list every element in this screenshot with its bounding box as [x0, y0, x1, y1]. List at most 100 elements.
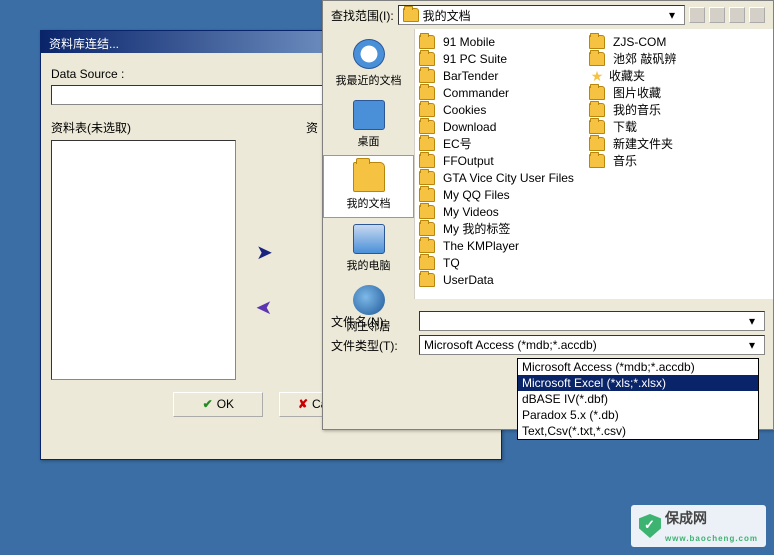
file-item[interactable]: 音乐	[589, 152, 759, 169]
file-item-label: 图片收藏	[613, 84, 661, 101]
filename-input[interactable]: ▾	[419, 311, 765, 331]
recent-icon	[353, 39, 385, 69]
file-item[interactable]: 我的音乐	[589, 101, 759, 118]
folder-icon	[419, 205, 435, 219]
file-item-label: EC号	[443, 135, 472, 152]
tables-label: 资料表(未选取)	[51, 119, 131, 136]
filename-label: 文件名(N):	[331, 313, 411, 330]
file-item-label: BarTender	[443, 69, 498, 83]
watermark: 保成网 www.baocheng.com	[631, 505, 766, 547]
filetype-option[interactable]: Text,Csv(*.txt,*.csv)	[518, 423, 758, 439]
file-item[interactable]: 91 PC Suite	[419, 50, 589, 67]
file-item[interactable]: ZJS-COM	[589, 33, 759, 50]
views-button[interactable]	[749, 7, 765, 23]
check-icon: ✔	[203, 397, 213, 411]
file-item-label: My 我的标签	[443, 220, 510, 237]
place-desktop[interactable]: 桌面	[323, 94, 414, 155]
file-item[interactable]: 新建文件夹	[589, 135, 759, 152]
folder-icon	[419, 171, 435, 185]
new-folder-button[interactable]	[729, 7, 745, 23]
ok-button[interactable]: ✔OK	[173, 392, 263, 417]
file-item[interactable]: UserData	[419, 271, 589, 288]
filetype-option[interactable]: Microsoft Excel (*xls;*.xlsx)	[518, 375, 758, 391]
folder-icon	[589, 137, 605, 151]
folder-icon	[589, 154, 605, 168]
folder-icon	[419, 188, 435, 202]
favorite-icon: ★	[589, 69, 605, 83]
folder-icon	[403, 8, 419, 22]
file-item-label: Cookies	[443, 103, 486, 117]
file-item-label: Download	[443, 120, 496, 134]
file-item-label: 新建文件夹	[613, 135, 673, 152]
file-item-label: ZJS-COM	[613, 35, 666, 49]
folder-icon	[419, 35, 435, 49]
folder-icon	[419, 103, 435, 117]
folder-icon	[419, 86, 435, 100]
file-item-label: 收藏夹	[609, 67, 645, 84]
file-item-label: TQ	[443, 256, 460, 270]
file-item[interactable]: 下载	[589, 118, 759, 135]
file-item-label: Commander	[443, 86, 509, 100]
file-item[interactable]: FFOutput	[419, 152, 589, 169]
folder-icon	[419, 256, 435, 270]
folder-icon	[589, 103, 605, 117]
file-item-label: 91 PC Suite	[443, 52, 507, 66]
file-list[interactable]: 91 Mobile 91 PC Suite BarTender Commander Co…	[415, 29, 773, 299]
back-button[interactable]	[689, 7, 705, 23]
place-documents[interactable]: 我的文档	[323, 155, 414, 218]
filetype-dropdown-list[interactable]: Microsoft Access (*mdb;*.accdb)Microsoft…	[517, 358, 759, 440]
folder-icon	[589, 120, 605, 134]
file-item[interactable]: My Videos	[419, 203, 589, 220]
file-item[interactable]: My QQ Files	[419, 186, 589, 203]
filetype-combo[interactable]: Microsoft Access (*mdb;*.accdb)▾	[419, 335, 765, 355]
lookin-label: 查找范围(I):	[331, 7, 394, 24]
folder-icon	[589, 35, 605, 49]
file-item[interactable]: BarTender	[419, 67, 589, 84]
filetype-option[interactable]: dBASE IV(*.dbf)	[518, 391, 758, 407]
folder-icon	[589, 52, 605, 66]
network-icon	[353, 285, 385, 315]
folder-icon	[419, 273, 435, 287]
filetype-option[interactable]: Paradox 5.x (*.db)	[518, 407, 758, 423]
folder-icon	[419, 69, 435, 83]
file-item-label: GTA Vice City User Files	[443, 171, 574, 185]
filetype-label: 文件类型(T):	[331, 337, 411, 354]
up-button[interactable]	[709, 7, 725, 23]
move-right-button[interactable]: ➤	[239, 240, 289, 265]
desktop-icon	[353, 100, 385, 130]
chevron-down-icon: ▾	[664, 8, 680, 22]
file-item-label: 池郊 敲矾辨	[613, 50, 676, 67]
chevron-down-icon: ▾	[744, 338, 760, 352]
file-item[interactable]: 图片收藏	[589, 84, 759, 101]
file-item-label: The KMPlayer	[443, 239, 519, 253]
file-item[interactable]: 91 Mobile	[419, 33, 589, 50]
lookin-combo[interactable]: 我的文档 ▾	[398, 5, 685, 25]
file-item[interactable]: ★ 收藏夹	[589, 67, 759, 84]
computer-icon	[353, 224, 385, 254]
place-network[interactable]: 网上邻居	[323, 279, 414, 340]
file-item[interactable]: My 我的标签	[419, 220, 589, 237]
file-item[interactable]: The KMPlayer	[419, 237, 589, 254]
file-item-label: UserData	[443, 273, 494, 287]
place-computer[interactable]: 我的电脑	[323, 218, 414, 279]
file-item[interactable]: Cookies	[419, 101, 589, 118]
file-item[interactable]: GTA Vice City User Files	[419, 169, 589, 186]
folder-icon	[419, 120, 435, 134]
filetype-option[interactable]: Microsoft Access (*mdb;*.accdb)	[518, 359, 758, 375]
file-item[interactable]: Commander	[419, 84, 589, 101]
file-item[interactable]: EC号	[419, 135, 589, 152]
tables-listbox[interactable]	[51, 140, 236, 380]
lookin-value: 我的文档	[423, 7, 471, 24]
shield-icon	[639, 514, 661, 538]
place-recent[interactable]: 我最近的文档	[323, 33, 414, 94]
file-item[interactable]: 池郊 敲矾辨	[589, 50, 759, 67]
move-left-button[interactable]: ➤	[239, 295, 289, 320]
arrow-buttons: ➤ ➤	[239, 140, 289, 380]
file-item-label: My QQ Files	[443, 188, 510, 202]
folder-icon	[589, 86, 605, 100]
places-bar: 我最近的文档 桌面 我的文档 我的电脑 网上邻居	[323, 29, 415, 299]
file-item[interactable]: TQ	[419, 254, 589, 271]
folder-icon	[419, 222, 435, 236]
file-item-label: My Videos	[443, 205, 499, 219]
file-item[interactable]: Download	[419, 118, 589, 135]
